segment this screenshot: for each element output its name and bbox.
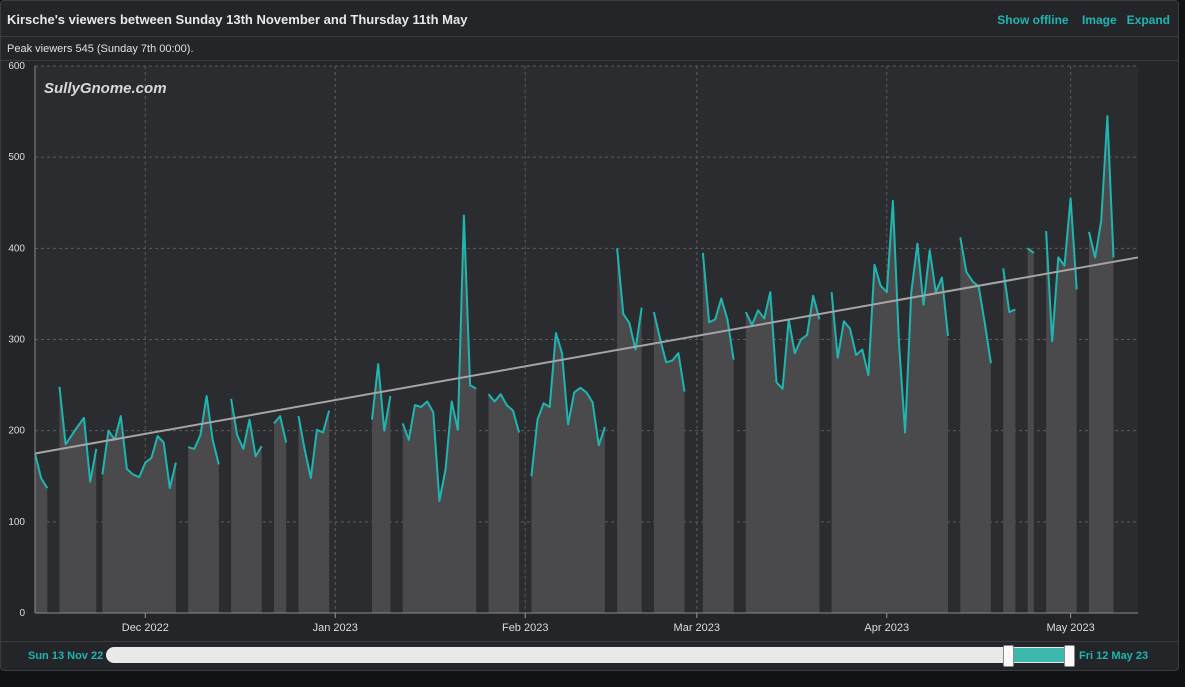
y-tick-label: 200 bbox=[8, 426, 25, 437]
y-tick-label: 400 bbox=[8, 243, 25, 254]
y-tick-label: 500 bbox=[8, 152, 25, 163]
range-slider-track[interactable] bbox=[106, 647, 1074, 663]
x-tick-label: Mar 2023 bbox=[674, 622, 720, 634]
x-tick-label: Jan 2023 bbox=[313, 622, 358, 634]
x-tick-label: Dec 2022 bbox=[122, 622, 169, 634]
y-tick-label: 600 bbox=[8, 61, 25, 72]
range-handle-left[interactable] bbox=[1003, 645, 1014, 667]
range-start-label: Sun 13 Nov 22 bbox=[28, 650, 104, 662]
viewer-area-segment-5 bbox=[274, 416, 287, 613]
x-tick-label: May 2023 bbox=[1046, 622, 1094, 634]
range-slider-selection[interactable] bbox=[1008, 648, 1070, 662]
viewers-chart: 0 100 200 300 400 500 600 Dec 2022 Jan 2023 Feb 2… bbox=[8, 61, 1139, 634]
range-handle-right[interactable] bbox=[1064, 645, 1075, 667]
viewer-area-segment-9 bbox=[488, 394, 520, 613]
x-tick-label: Feb 2023 bbox=[502, 622, 548, 634]
y-tick-label: 100 bbox=[8, 517, 25, 528]
watermark: SullyGnome.com bbox=[44, 80, 167, 97]
viewer-area-segment-18 bbox=[1027, 248, 1034, 614]
y-tick-label: 0 bbox=[19, 608, 25, 619]
x-tick-label: Apr 2023 bbox=[864, 622, 909, 634]
range-end-label: Fri 12 May 23 bbox=[1079, 650, 1149, 662]
y-tick-label: 300 bbox=[8, 335, 25, 346]
viewer-area-segment-17 bbox=[1003, 268, 1016, 613]
